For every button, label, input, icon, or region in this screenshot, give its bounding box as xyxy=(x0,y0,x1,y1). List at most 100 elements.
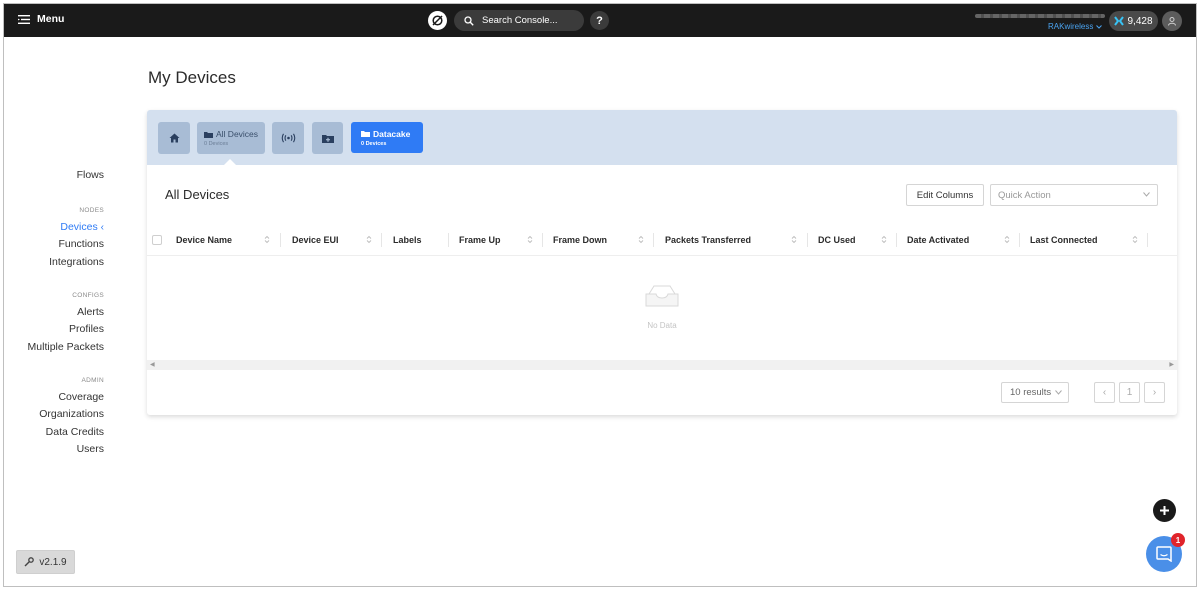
horizontal-scrollbar[interactable]: ◀ ▶ xyxy=(147,360,1177,370)
chevron-down-icon xyxy=(1055,390,1063,395)
sort-icon xyxy=(527,235,533,244)
datacake-tile-label: Datacake xyxy=(361,129,410,139)
app-window: Menu Search Console... ? RAKwireless 9,4… xyxy=(3,3,1197,587)
sidebar: Flows NODES Devices ‹ Functions Integrat… xyxy=(4,37,114,586)
data-credits-badge[interactable]: 9,428 xyxy=(1109,11,1158,31)
sidebar-item-functions[interactable]: Functions xyxy=(49,236,104,253)
sidebar-item-multiple-packets[interactable]: Multiple Packets xyxy=(28,339,104,356)
sidebar-heading-configs: CONFIGS xyxy=(72,292,104,299)
help-button[interactable]: ? xyxy=(590,11,609,30)
sidebar-item-data-credits[interactable]: Data Credits xyxy=(39,424,104,441)
datacake-tile[interactable]: Datacake 0 Devices xyxy=(351,122,423,153)
sidebar-heading-admin: ADMIN xyxy=(81,377,104,384)
column-header-device-name[interactable]: Device Name xyxy=(176,224,276,256)
version-badge[interactable]: v2.1.9 xyxy=(16,550,75,574)
sidebar-top-section: Flows xyxy=(77,167,104,184)
page-number-button[interactable]: 1 xyxy=(1119,382,1140,403)
sidebar-item-devices[interactable]: Devices ‹ xyxy=(49,219,104,236)
results-per-page-select[interactable]: 10 results xyxy=(1001,382,1069,403)
sort-icon xyxy=(638,235,644,244)
sidebar-heading-nodes: NODES xyxy=(79,207,104,214)
chat-icon xyxy=(1156,546,1172,562)
menu-icon xyxy=(18,14,30,24)
home-icon xyxy=(169,133,179,143)
sort-icon xyxy=(264,235,270,244)
column-header-packets-transferred[interactable]: Packets Transferred xyxy=(665,224,805,256)
column-header-device-eui[interactable]: Device EUI xyxy=(292,224,382,256)
column-label: Frame Up xyxy=(459,235,501,245)
next-page-button[interactable]: › xyxy=(1144,382,1165,403)
hotspots-tile[interactable] xyxy=(272,122,304,154)
empty-state: No Data xyxy=(147,257,1177,360)
empty-inbox-icon xyxy=(645,285,679,307)
selected-pointer xyxy=(223,159,237,166)
all-devices-count: 0 Devices xyxy=(204,141,229,147)
search-input[interactable]: Search Console... xyxy=(454,10,584,31)
org-switcher[interactable]: RAKwireless xyxy=(1048,22,1103,31)
sidebar-item-coverage[interactable]: Coverage xyxy=(39,389,104,406)
sort-icon xyxy=(1004,235,1010,244)
sidebar-item-label: Devices xyxy=(60,221,98,233)
column-divider xyxy=(1147,233,1148,247)
column-label: Labels xyxy=(393,235,422,245)
quick-action-select[interactable]: Quick Action xyxy=(990,184,1158,206)
sidebar-item-alerts[interactable]: Alerts xyxy=(28,304,104,321)
column-label: Device Name xyxy=(176,235,233,245)
page-title: My Devices xyxy=(148,68,236,87)
top-bar: Menu Search Console... ? RAKwireless 9,4… xyxy=(4,4,1196,37)
chat-unread-badge: 1 xyxy=(1171,533,1185,547)
folder-icon xyxy=(361,131,370,137)
add-device-button[interactable] xyxy=(1153,499,1176,522)
column-label: Packets Transferred xyxy=(665,235,752,245)
chevron-down-icon xyxy=(1143,192,1150,197)
all-devices-tile-label: All Devices xyxy=(204,129,258,139)
scroll-left-icon[interactable]: ◀ xyxy=(150,361,155,368)
column-label: Frame Down xyxy=(553,235,608,245)
folder-add-icon xyxy=(321,134,334,143)
column-label: Date Activated xyxy=(907,235,970,245)
column-label: DC Used xyxy=(818,235,856,245)
sidebar-item-organizations[interactable]: Organizations xyxy=(39,406,104,423)
column-divider xyxy=(807,233,808,247)
prev-page-button[interactable]: ‹ xyxy=(1094,382,1115,403)
user-email-redacted xyxy=(975,14,1105,18)
sidebar-item-users[interactable]: Users xyxy=(39,441,104,458)
scroll-right-icon[interactable]: ▶ xyxy=(1169,361,1174,368)
section-title: All Devices xyxy=(165,187,230,202)
column-header-dc-used[interactable]: DC Used xyxy=(818,224,898,256)
chevron-left-icon: ‹ xyxy=(100,222,104,233)
all-devices-tile[interactable]: All Devices 0 Devices xyxy=(197,122,265,154)
column-divider xyxy=(542,233,543,247)
signal-icon xyxy=(281,133,295,143)
column-header-frame-down[interactable]: Frame Down xyxy=(553,224,653,256)
sidebar-item-flows[interactable]: Flows xyxy=(77,167,104,184)
credits-count: 9,428 xyxy=(1127,15,1153,27)
user-avatar-icon[interactable] xyxy=(1162,11,1182,31)
folder-icon xyxy=(204,131,213,138)
sidebar-admin-section: ADMIN Coverage Organizations Data Credit… xyxy=(39,377,104,458)
helium-logo-icon[interactable] xyxy=(428,11,447,30)
chevron-left-icon: ‹ xyxy=(1102,387,1107,398)
results-label: 10 results xyxy=(1010,387,1052,398)
search-icon xyxy=(464,15,474,26)
sort-icon xyxy=(1132,235,1138,244)
add-folder-tile[interactable] xyxy=(312,122,343,154)
sidebar-item-integrations[interactable]: Integrations xyxy=(49,254,104,271)
edit-columns-button[interactable]: Edit Columns xyxy=(906,184,984,206)
sidebar-configs-section: CONFIGS Alerts Profiles Multiple Packets xyxy=(28,292,104,356)
datacake-label: Datacake xyxy=(373,128,411,139)
column-header-date-activated[interactable]: Date Activated xyxy=(907,224,1017,256)
sort-icon xyxy=(791,235,797,244)
column-label: Device EUI xyxy=(292,235,339,245)
menu-button[interactable]: Menu xyxy=(18,13,64,25)
sidebar-item-profiles[interactable]: Profiles xyxy=(28,321,104,338)
plus-icon xyxy=(1160,506,1169,515)
select-all-checkbox[interactable] xyxy=(152,235,162,245)
column-header-frame-up[interactable]: Frame Up xyxy=(459,224,539,256)
sort-icon xyxy=(366,235,372,244)
home-tile[interactable] xyxy=(158,122,190,154)
device-folders-band: All Devices 0 Devices Datacake 0 Devices xyxy=(147,110,1177,166)
column-header-labels[interactable]: Labels xyxy=(393,224,443,256)
column-header-last-connected[interactable]: Last Connected xyxy=(1030,224,1150,256)
column-divider xyxy=(280,233,281,247)
